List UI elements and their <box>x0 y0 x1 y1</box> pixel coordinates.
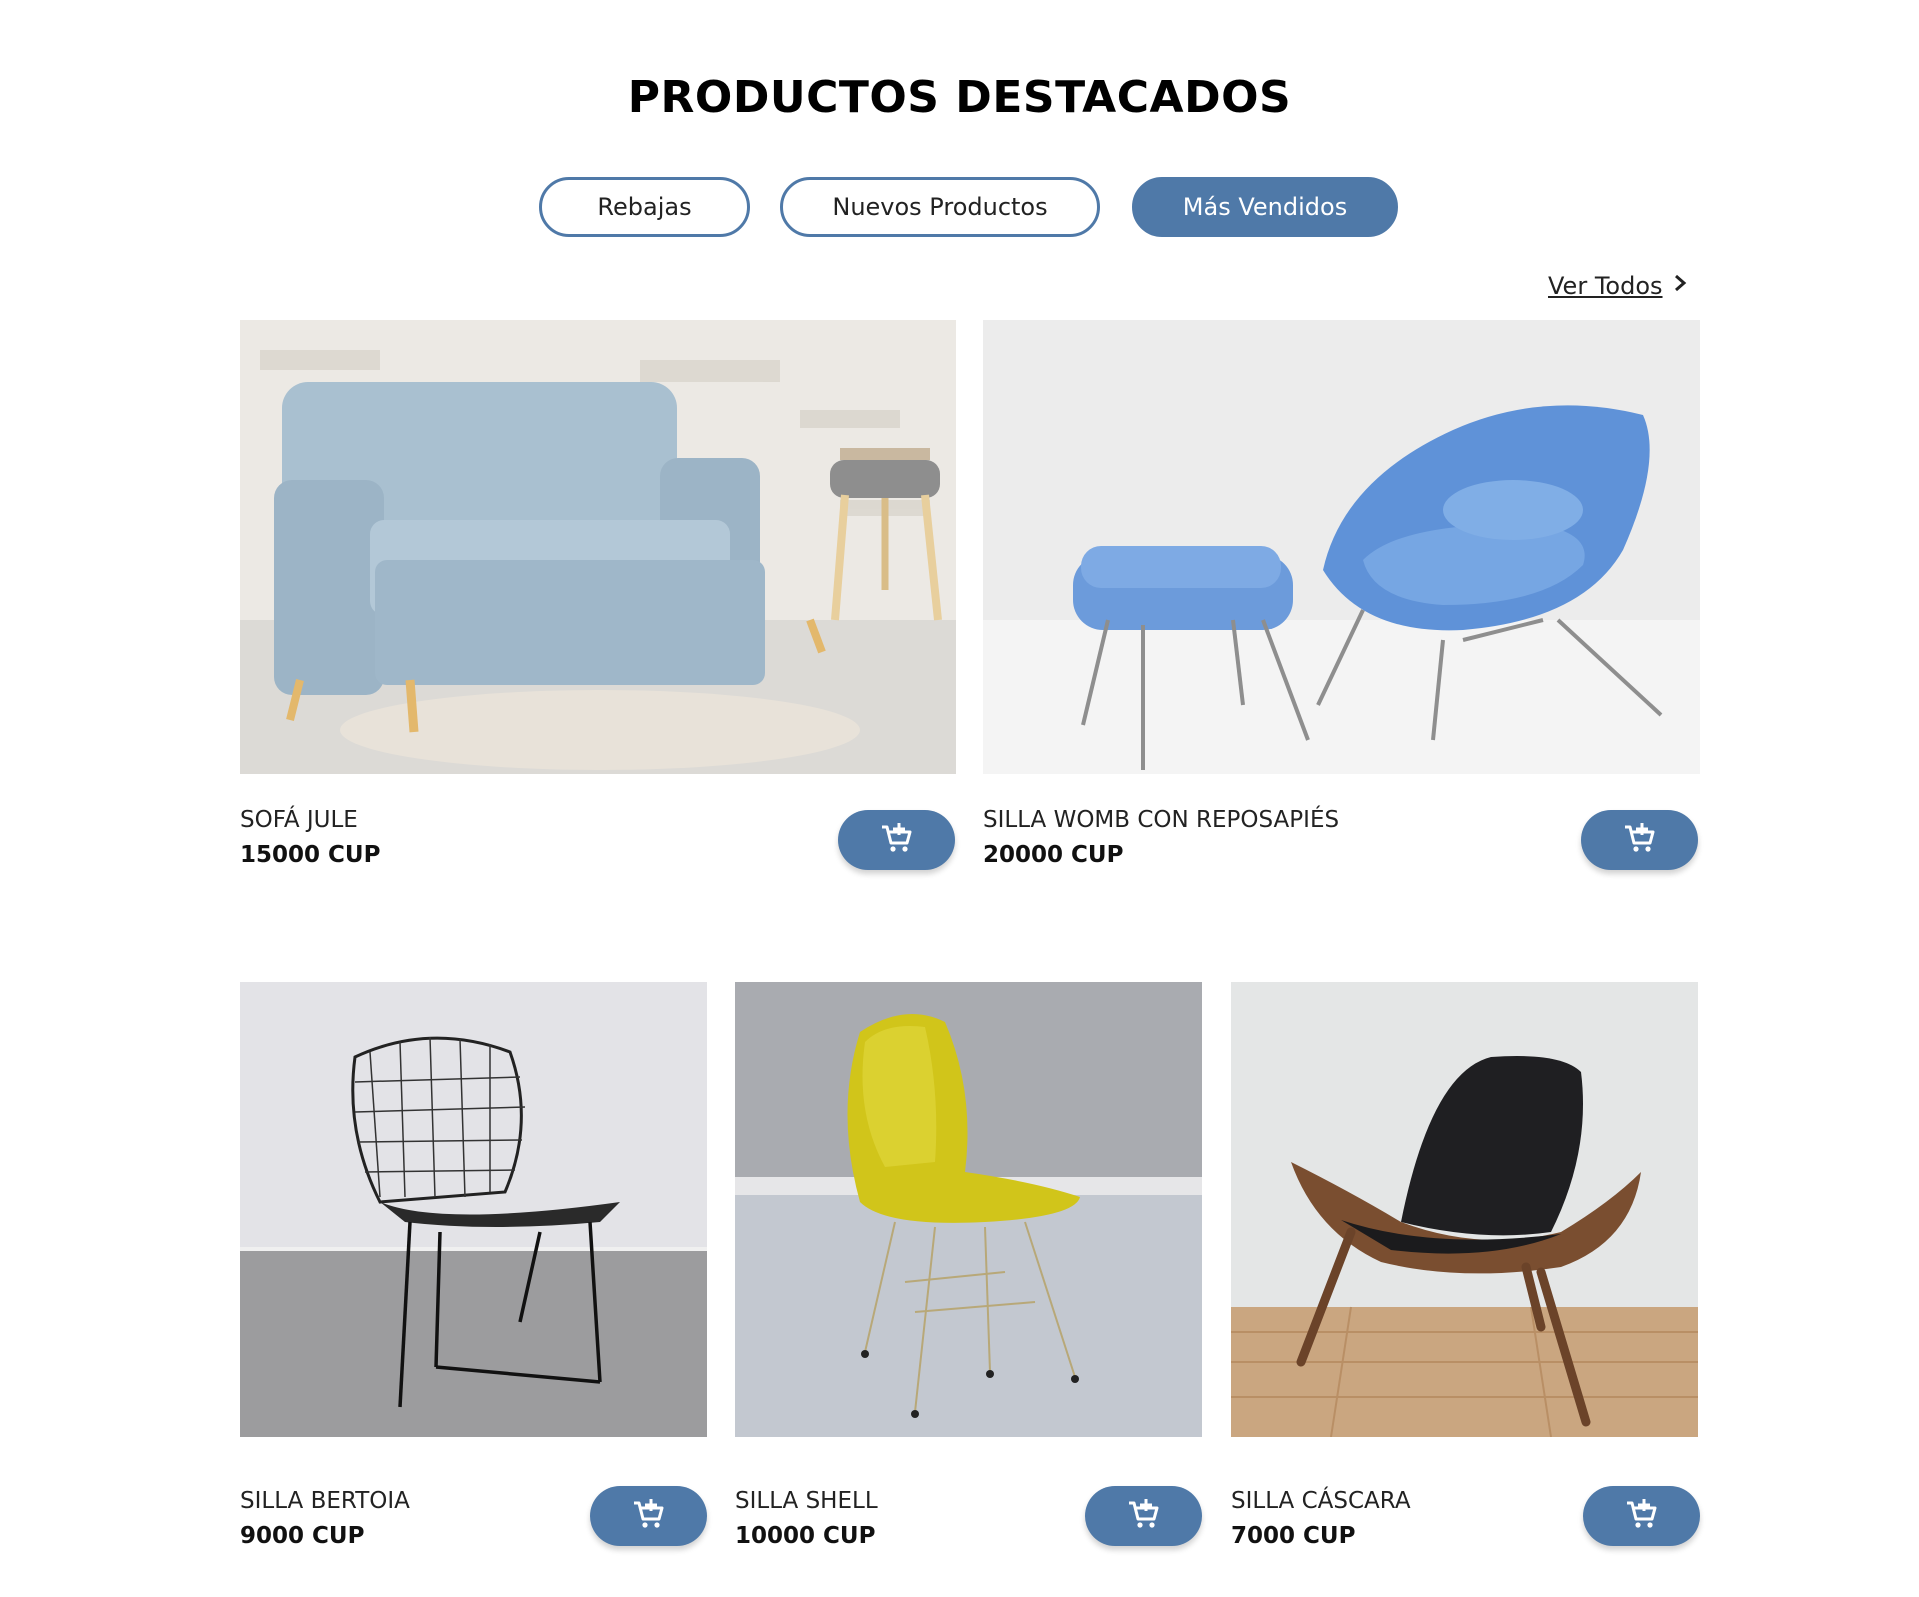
add-to-cart-button[interactable] <box>838 810 955 870</box>
product-image-womb-chair[interactable] <box>983 320 1700 774</box>
product-card: SOFÁ JULE 15000 CUP <box>240 320 956 880</box>
product-name: SOFÁ JULE <box>240 807 358 833</box>
product-price: 9000 CUP <box>240 1523 365 1549</box>
view-all-link[interactable]: Ver Todos <box>1548 272 1687 300</box>
chevron-right-icon <box>1673 272 1687 300</box>
tab-rebajas[interactable]: Rebajas <box>539 177 750 237</box>
tab-mas-vendidos[interactable]: Más Vendidos <box>1132 177 1398 237</box>
filter-tabs: Rebajas Nuevos Productos Más Vendidos <box>0 177 1919 237</box>
add-to-cart-button[interactable] <box>1085 1486 1202 1546</box>
product-card: SILLA WOMB CON REPOSAPIÉS 20000 CUP <box>983 320 1700 880</box>
product-name: SILLA CÁSCARA <box>1231 1488 1411 1514</box>
product-name: SILLA WOMB CON REPOSAPIÉS <box>983 807 1340 833</box>
product-price: 15000 CUP <box>240 842 381 868</box>
product-image-sofa[interactable] <box>240 320 956 774</box>
add-to-cart-button[interactable] <box>1581 810 1698 870</box>
product-price: 7000 CUP <box>1231 1523 1356 1549</box>
add-to-cart-icon <box>1127 1497 1161 1535</box>
add-to-cart-icon <box>880 821 914 859</box>
add-to-cart-button[interactable] <box>590 1486 707 1546</box>
product-image-shell-chair[interactable] <box>735 982 1202 1437</box>
product-card: SILLA BERTOIA 9000 CUP <box>240 982 707 1549</box>
product-name: SILLA SHELL <box>735 1488 878 1514</box>
product-price: 10000 CUP <box>735 1523 876 1549</box>
product-card: SILLA CÁSCARA 7000 CUP <box>1231 982 1700 1549</box>
product-image-bertoia-chair[interactable] <box>240 982 707 1437</box>
add-to-cart-icon <box>1625 1497 1659 1535</box>
add-to-cart-button[interactable] <box>1583 1486 1700 1546</box>
section-title: PRODUCTOS DESTACADOS <box>627 72 1292 123</box>
add-to-cart-icon <box>1623 821 1657 859</box>
product-name: SILLA BERTOIA <box>240 1488 410 1514</box>
product-image-cascara-chair[interactable] <box>1231 982 1698 1437</box>
featured-products-page: PRODUCTOS DESTACADOS Rebajas Nuevos Prod… <box>0 0 1919 1597</box>
product-price: 20000 CUP <box>983 842 1124 868</box>
tab-nuevos-productos[interactable]: Nuevos Productos <box>780 177 1100 237</box>
add-to-cart-icon <box>632 1497 666 1535</box>
view-all-label: Ver Todos <box>1548 272 1663 300</box>
product-card: SILLA SHELL 10000 CUP <box>735 982 1202 1549</box>
